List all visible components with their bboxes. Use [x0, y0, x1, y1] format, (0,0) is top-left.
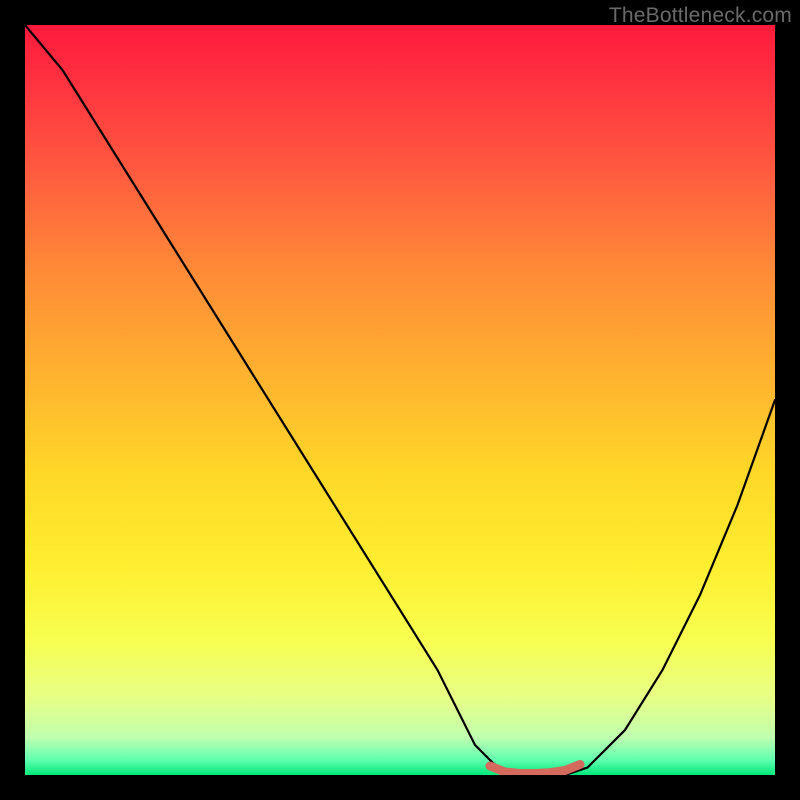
plot-area	[25, 25, 775, 775]
watermark-text: TheBottleneck.com	[609, 4, 792, 28]
chart-svg	[25, 25, 775, 775]
chart-frame: TheBottleneck.com	[0, 0, 800, 800]
bottleneck-curve	[25, 25, 775, 775]
minimum-marker	[490, 765, 580, 774]
